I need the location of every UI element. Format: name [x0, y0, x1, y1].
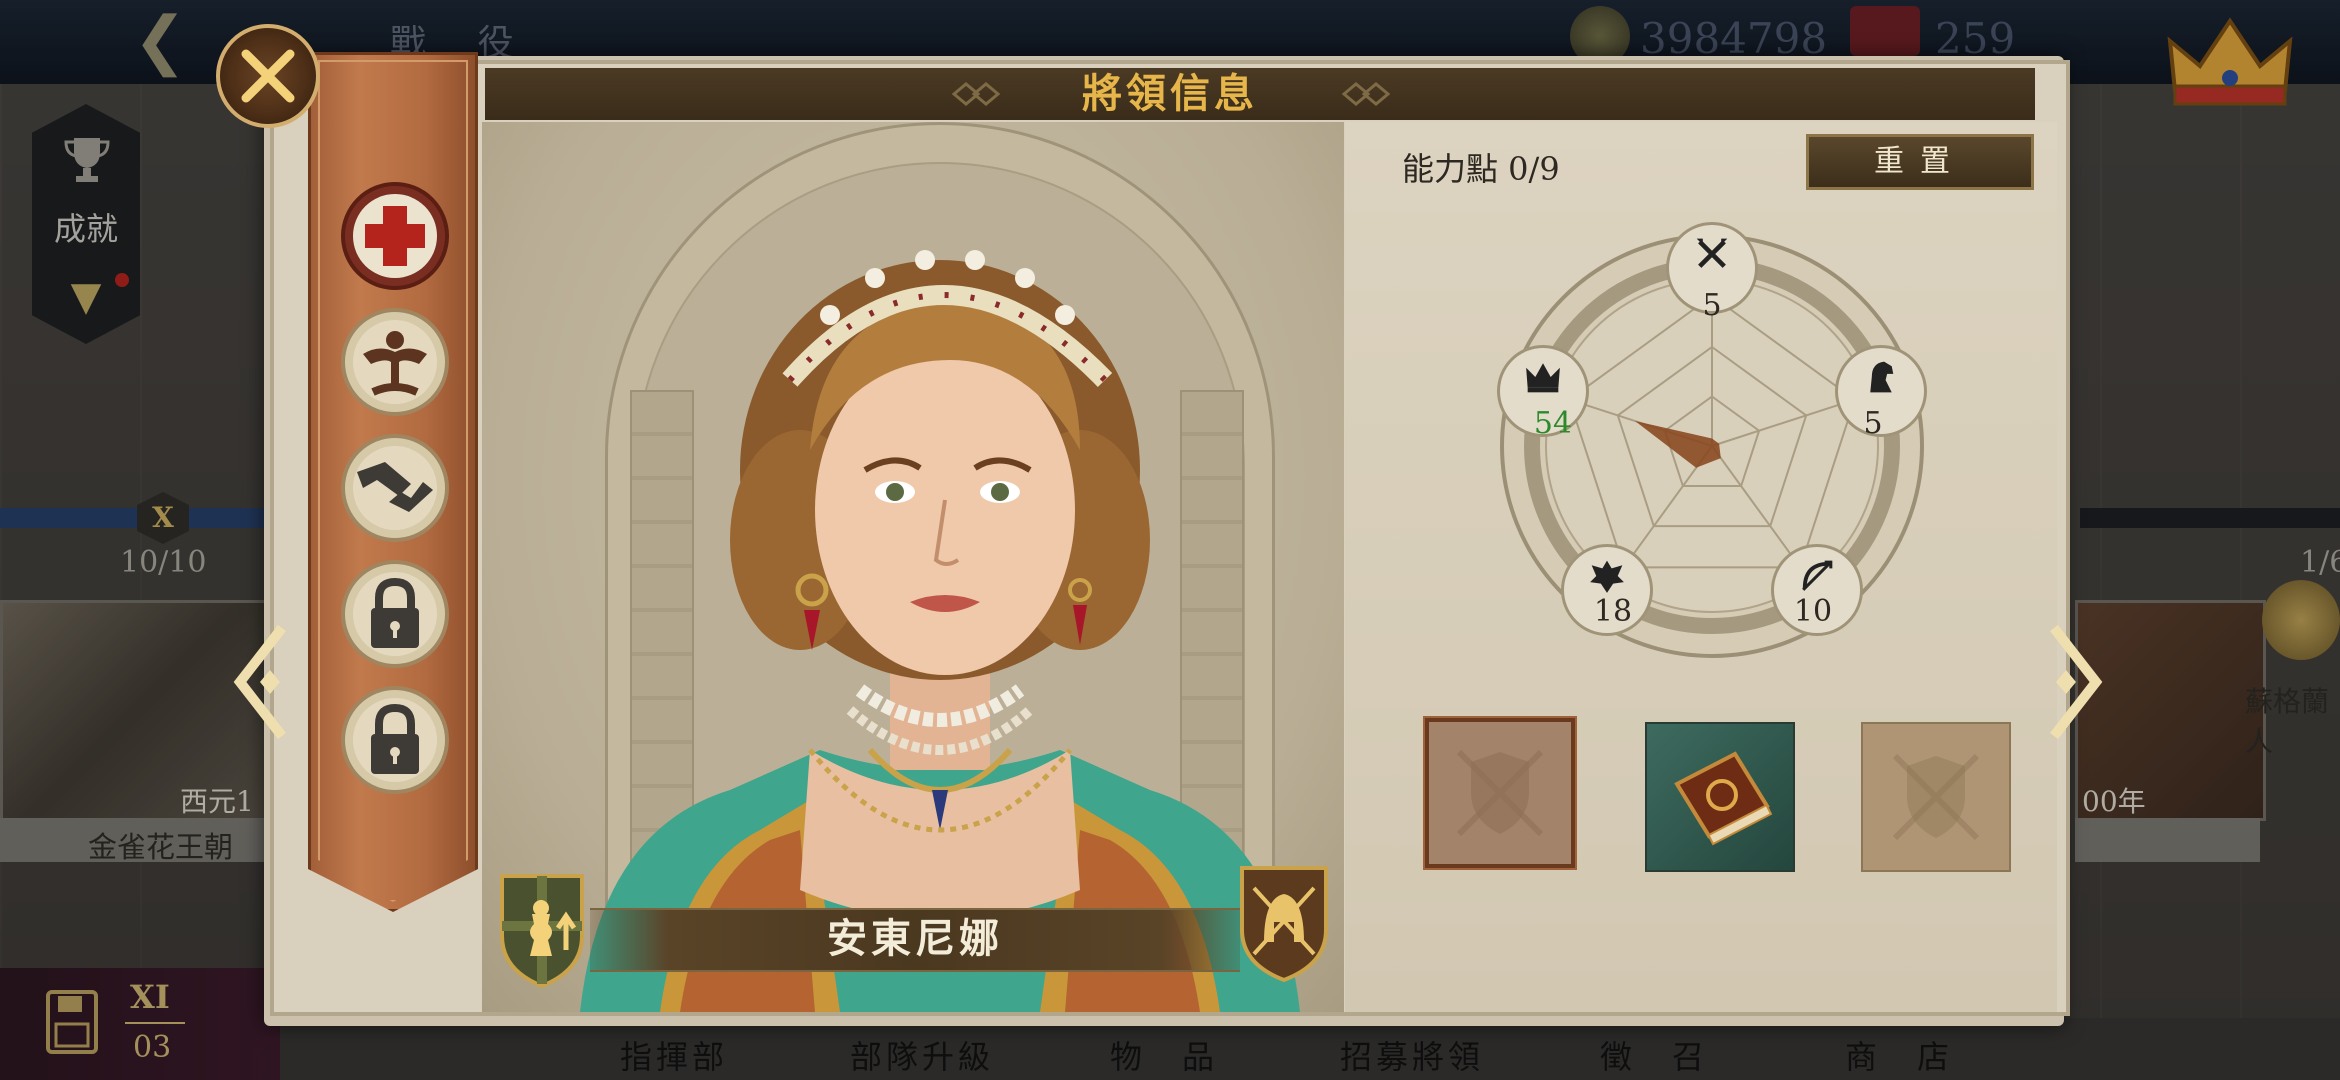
promote-shield-icon[interactable] [496, 866, 588, 990]
skill-handshake[interactable] [339, 432, 451, 544]
skill-locked-1[interactable] [339, 558, 451, 670]
skill-strongman[interactable] [339, 306, 451, 418]
stat-defense-value: 18 [1593, 594, 1633, 629]
shield-swords-icon [1892, 753, 1980, 841]
close-icon [241, 49, 295, 103]
eagle-icon [1590, 560, 1625, 593]
book-icon [1674, 751, 1773, 846]
stat-attack-value: 5 [1702, 288, 1722, 323]
knight-horse-icon [1870, 361, 1894, 393]
item-slot-2[interactable] [1645, 722, 1795, 872]
item-slot-3[interactable] [1861, 722, 2011, 872]
skill-medic[interactable] [339, 180, 451, 292]
dialog-title: 將領信息 [1082, 70, 1258, 117]
stat-leadership-value: 54 [1533, 406, 1573, 441]
crossed-swords-icon [1696, 238, 1728, 268]
next-general-arrow-icon[interactable] [2040, 622, 2110, 742]
general-portrait [580, 250, 1300, 1012]
ornament-icon [1341, 82, 1391, 106]
ornament-icon [951, 82, 1001, 106]
ability-points: 能力點 0/9 [1402, 150, 1560, 188]
shield-swords-icon [1456, 749, 1544, 837]
item-slot-1[interactable] [1423, 716, 1577, 870]
close-button[interactable] [216, 24, 320, 128]
skill-locked-2[interactable] [339, 684, 451, 796]
previous-general-arrow-icon[interactable] [226, 622, 296, 742]
general-name: 安東尼娜 [827, 915, 1003, 962]
stat-cavalry-value: 5 [1863, 406, 1883, 441]
bow-icon [1801, 560, 1832, 591]
stat-archery-value: 10 [1793, 594, 1833, 629]
reset-button[interactable]: 重置 [1806, 134, 2034, 190]
helmet-shield-icon[interactable] [1236, 858, 1332, 984]
crown-icon [1525, 363, 1560, 393]
